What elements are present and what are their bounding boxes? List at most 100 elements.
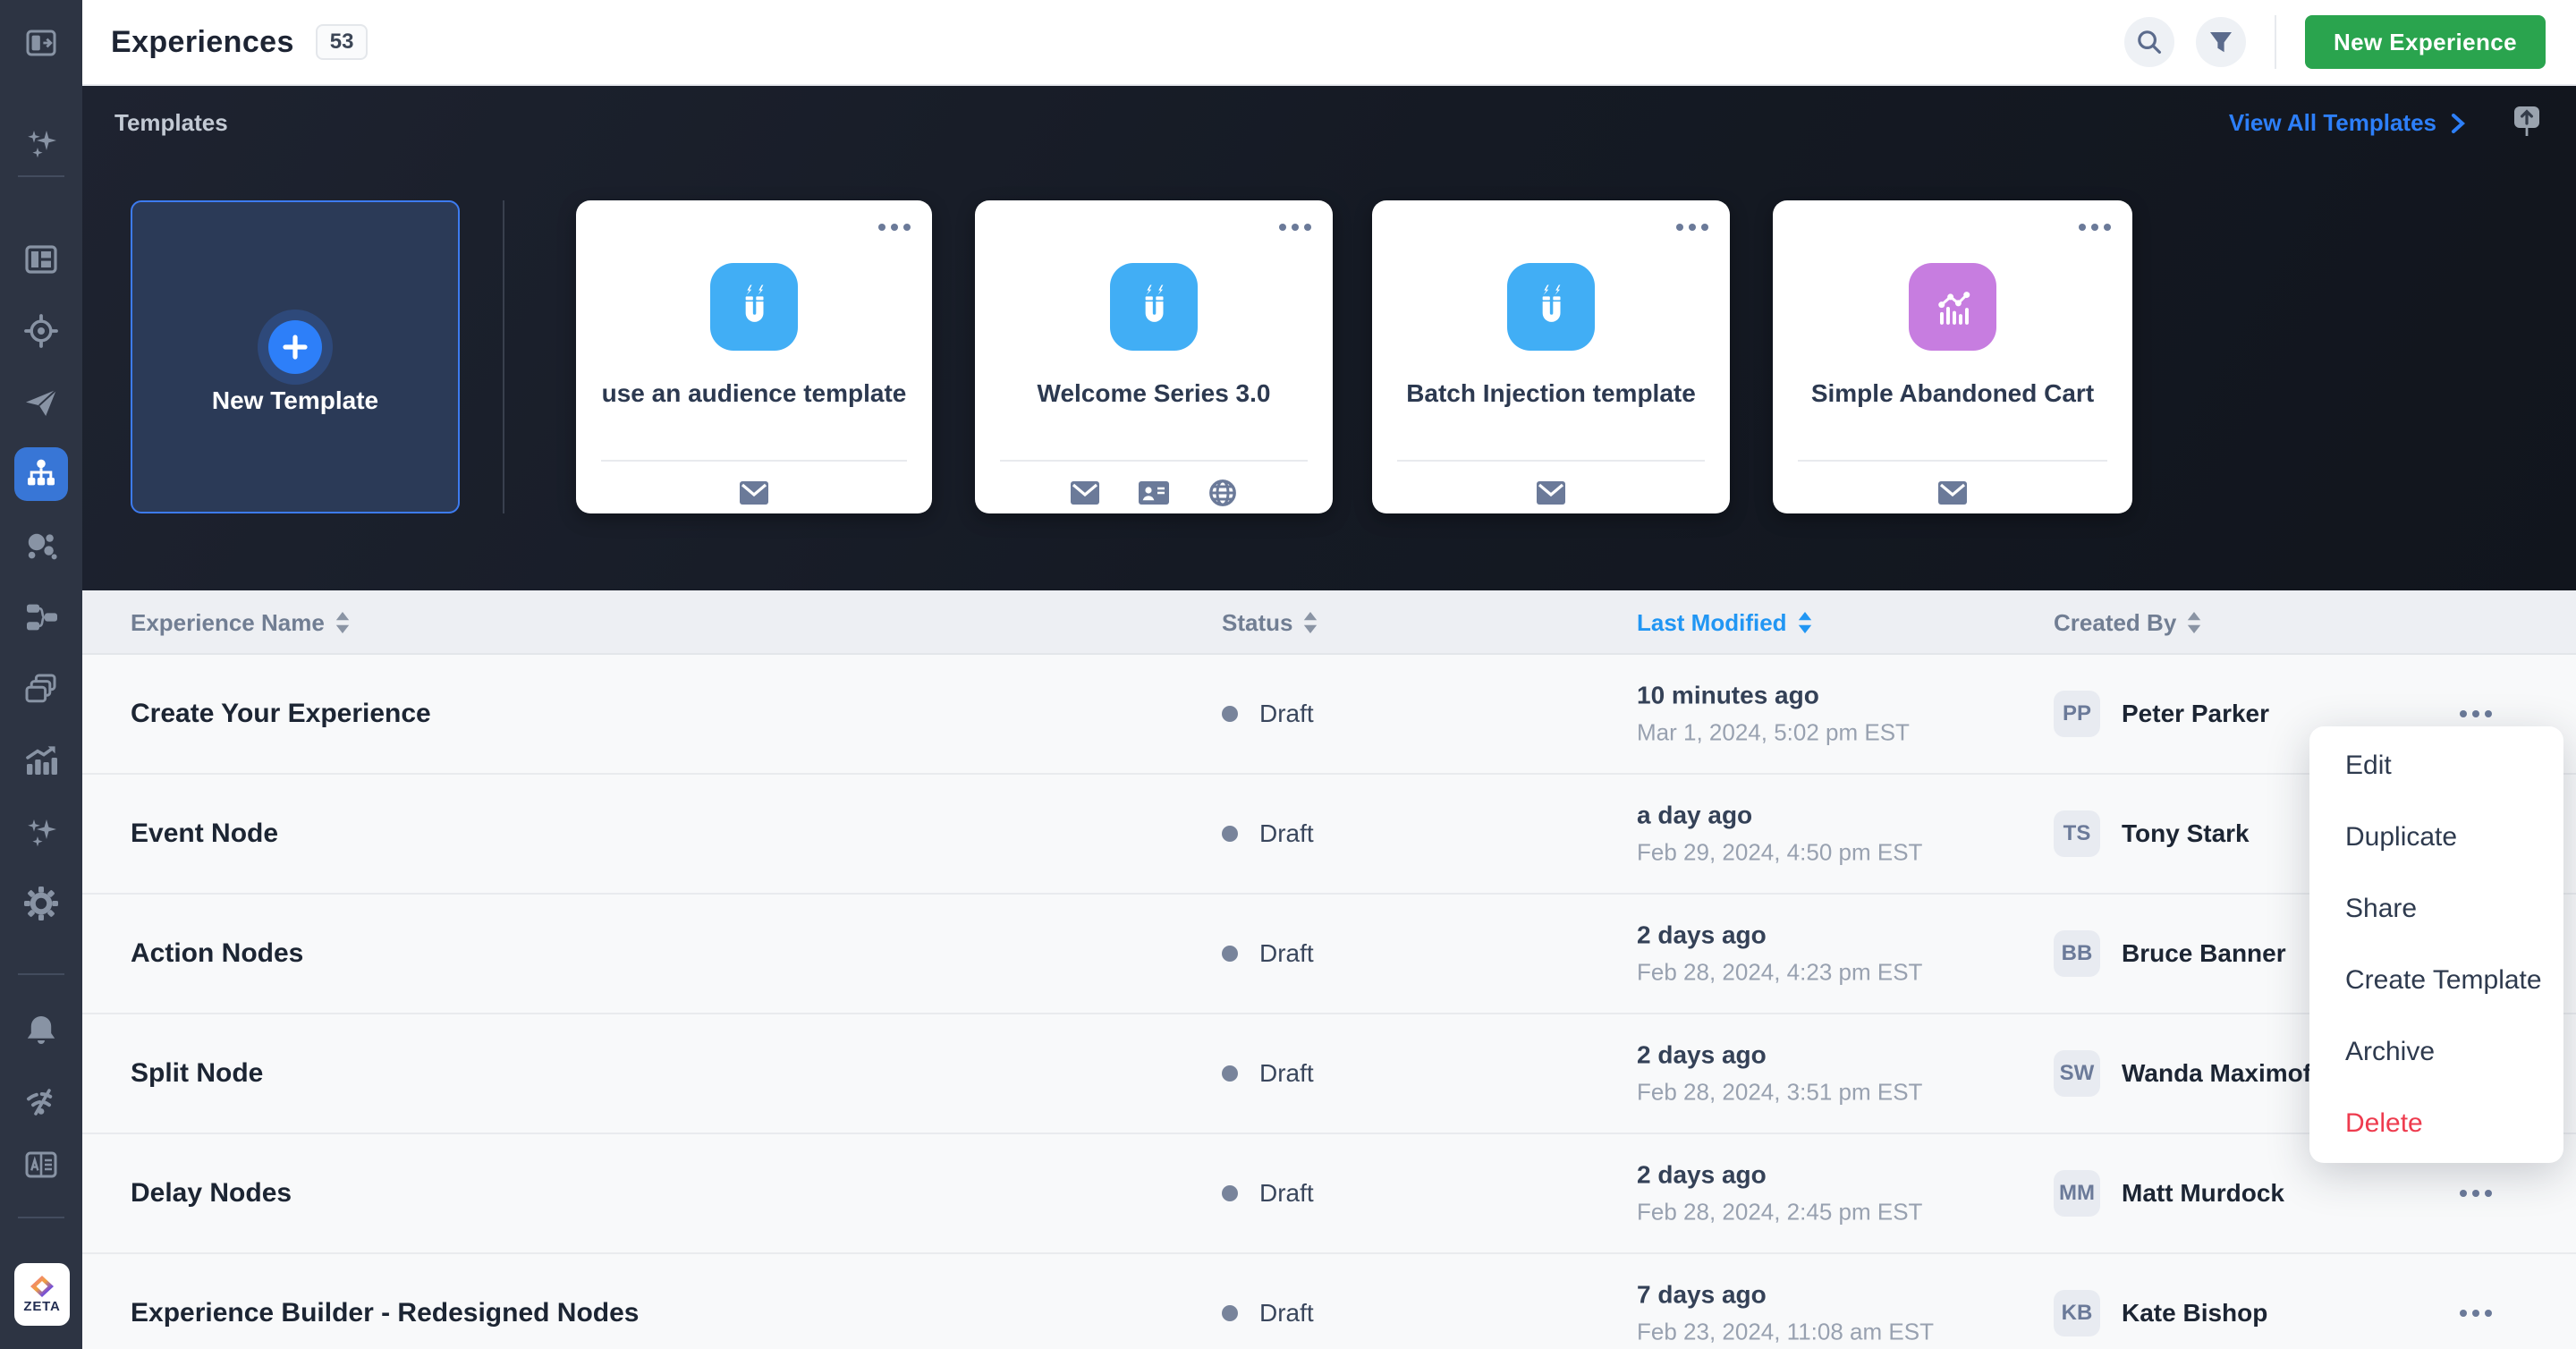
creator-name: Tony Stark <box>2122 819 2250 848</box>
menu-item-share[interactable]: Share <box>2309 873 2563 945</box>
new-template-card[interactable]: New Template <box>131 200 460 513</box>
sort-icon-active <box>1798 612 1812 633</box>
experience-name[interactable]: Experience Builder - Redesigned Nodes <box>131 1298 640 1328</box>
modified-absolute: Feb 28, 2024, 3:51 pm EST <box>1637 1079 1922 1107</box>
card-kebab-menu-icon[interactable] <box>1676 224 1708 231</box>
table-row[interactable]: Delay Nodes Draft 2 days agoFeb 28, 2024… <box>82 1134 2576 1254</box>
template-card[interactable]: Welcome Series 3.0 <box>975 200 1333 513</box>
toolbar-divider <box>2275 15 2276 69</box>
status-label: Draft <box>1259 700 1314 728</box>
row-kebab-menu-icon[interactable] <box>2460 710 2492 717</box>
sparkles-icon[interactable] <box>23 814 59 850</box>
layout-icon[interactable] <box>23 242 59 277</box>
row-kebab-menu-icon[interactable] <box>2460 1310 2492 1317</box>
menu-item-create-template[interactable]: Create Template <box>2309 945 2563 1016</box>
globe-icon <box>1208 479 1237 507</box>
creator-name: Wanda Maximoff <box>2122 1059 2319 1088</box>
table-row[interactable]: Experience Builder - Redesigned Nodes Dr… <box>82 1254 2576 1349</box>
card-kebab-menu-icon[interactable] <box>1279 224 1311 231</box>
modified-absolute: Feb 29, 2024, 4:50 pm EST <box>1637 839 1922 867</box>
template-name: Welcome Series 3.0 <box>975 379 1333 408</box>
sort-icon <box>2187 612 2201 633</box>
filter-icon <box>2208 30 2233 55</box>
avatar: MM <box>2054 1170 2100 1217</box>
collapse-section-icon[interactable] <box>2508 102 2546 140</box>
send-icon[interactable] <box>23 385 59 420</box>
card-kebab-menu-icon[interactable] <box>878 224 911 231</box>
table-row[interactable]: Action Nodes Draft 2 days agoFeb 28, 202… <box>82 895 2576 1014</box>
bell-icon[interactable] <box>23 1013 59 1048</box>
templates-section-title: Templates <box>114 109 228 137</box>
column-header-status[interactable]: Status <box>1222 590 1318 655</box>
avatar: PP <box>2054 691 2100 737</box>
experience-name[interactable]: Delay Nodes <box>131 1178 292 1209</box>
gear-icon[interactable] <box>23 886 59 921</box>
magnet-icon <box>1507 263 1595 351</box>
column-header-experience-name[interactable]: Experience Name <box>131 590 350 655</box>
row-kebab-menu-icon[interactable] <box>2460 1190 2492 1197</box>
row-context-menu: Edit Duplicate Share Create Template Arc… <box>2309 726 2563 1163</box>
template-card[interactable]: Simple Abandoned Cart <box>1773 200 2132 513</box>
sort-icon <box>335 612 350 633</box>
collapse-panel-icon[interactable] <box>23 25 59 61</box>
view-all-templates-link[interactable]: View All Templates <box>2229 109 2465 137</box>
creator-name: Matt Murdock <box>2122 1179 2284 1208</box>
contact-card-icon <box>1139 481 1169 505</box>
modified-relative: 10 minutes ago <box>1637 682 1910 710</box>
status-dot <box>1222 1065 1238 1082</box>
creator-name: Bruce Banner <box>2122 939 2286 968</box>
creator-name: Peter Parker <box>2122 700 2269 728</box>
status-dot <box>1222 706 1238 722</box>
modified-relative: 7 days ago <box>1637 1281 1934 1310</box>
experience-name[interactable]: Split Node <box>131 1058 263 1089</box>
status-label: Draft <box>1259 939 1314 968</box>
docs-book-icon[interactable] <box>23 1147 59 1183</box>
experience-name[interactable]: Action Nodes <box>131 938 303 969</box>
chart-trend-icon[interactable] <box>23 742 59 778</box>
table-row[interactable]: Create Your Experience Draft 10 minutes … <box>82 655 2576 775</box>
experience-name[interactable]: Create Your Experience <box>131 699 431 729</box>
search-button[interactable] <box>2124 17 2174 67</box>
status-label: Draft <box>1259 1299 1314 1328</box>
split-node-icon[interactable] <box>23 599 59 635</box>
copies-icon[interactable] <box>23 671 59 707</box>
menu-item-delete[interactable]: Delete <box>2309 1088 2563 1159</box>
magnet-icon <box>710 263 798 351</box>
status-label: Draft <box>1259 819 1314 848</box>
sort-icon <box>1303 612 1318 633</box>
templates-divider <box>503 200 504 513</box>
sparkles-icon[interactable] <box>23 125 59 161</box>
zeta-diamond-icon <box>30 1276 55 1297</box>
table-row[interactable]: Split Node Draft 2 days agoFeb 28, 2024,… <box>82 1014 2576 1134</box>
template-card[interactable]: Batch Injection template <box>1372 200 1730 513</box>
plus-icon <box>268 320 322 374</box>
status-dot <box>1222 1185 1238 1201</box>
avatar: SW <box>2054 1050 2100 1097</box>
menu-item-edit[interactable]: Edit <box>2309 730 2563 802</box>
sidebar-divider <box>18 175 64 177</box>
avatar: TS <box>2054 810 2100 857</box>
sidebar-item-experiences-selected[interactable] <box>14 447 68 501</box>
modified-relative: 2 days ago <box>1637 921 1922 950</box>
template-name: Simple Abandoned Cart <box>1773 379 2132 408</box>
zeta-logo[interactable]: ZETA <box>14 1263 70 1326</box>
experience-name[interactable]: Event Node <box>131 819 278 849</box>
top-bar: Experiences 53 New Experience <box>82 0 2576 86</box>
menu-item-archive[interactable]: Archive <box>2309 1016 2563 1088</box>
creator-name: Kate Bishop <box>2122 1299 2267 1328</box>
card-kebab-menu-icon[interactable] <box>2079 224 2111 231</box>
table-row[interactable]: Event Node Draft a day agoFeb 29, 2024, … <box>82 775 2576 895</box>
experience-count-badge: 53 <box>316 24 369 60</box>
filter-button[interactable] <box>2196 17 2246 67</box>
template-name: use an audience template <box>576 379 932 408</box>
column-header-last-modified[interactable]: Last Modified <box>1637 590 1812 655</box>
target-icon[interactable] <box>23 313 59 349</box>
experience-table: Create Your Experience Draft 10 minutes … <box>82 655 2576 1349</box>
column-header-created-by[interactable]: Created By <box>2054 590 2201 655</box>
audience-cluster-icon[interactable] <box>23 528 59 564</box>
menu-item-duplicate[interactable]: Duplicate <box>2309 802 2563 873</box>
signal-off-icon[interactable] <box>23 1084 59 1120</box>
new-experience-button[interactable]: New Experience <box>2305 15 2546 69</box>
sidebar: ZETA <box>0 0 82 1349</box>
template-card[interactable]: use an audience template <box>576 200 932 513</box>
